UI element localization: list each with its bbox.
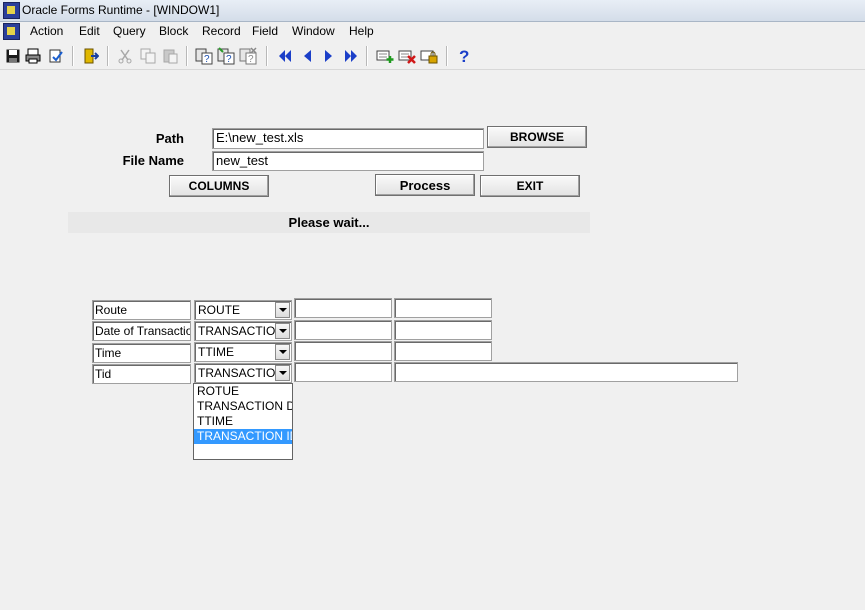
menu-action[interactable]: Action: [30, 24, 63, 38]
insert-record-icon[interactable]: [376, 47, 394, 65]
first-record-icon[interactable]: [276, 47, 294, 65]
extra-field-a[interactable]: [294, 298, 392, 318]
title-bar: Oracle Forms Runtime - [WINDOW1]: [0, 0, 865, 22]
extra-field-b[interactable]: [394, 362, 738, 382]
paste-icon: [161, 47, 179, 65]
window-title: Oracle Forms Runtime - [WINDOW1]: [22, 3, 220, 17]
last-record-icon[interactable]: [342, 47, 360, 65]
process-button[interactable]: Process: [375, 174, 475, 196]
extra-field-b[interactable]: [394, 341, 492, 361]
exit-button[interactable]: EXIT: [480, 175, 580, 197]
svg-text:?: ?: [204, 54, 210, 65]
columns-button[interactable]: COLUMNS: [169, 175, 269, 197]
extra-field-b[interactable]: [394, 320, 492, 340]
save-icon[interactable]: [4, 47, 22, 65]
svg-text:?: ?: [226, 54, 232, 65]
chevron-down-icon[interactable]: [275, 365, 290, 381]
copy-icon: [139, 47, 157, 65]
dropdown-option[interactable]: TTIME: [194, 414, 292, 429]
column-name-field[interactable]: Route: [92, 300, 191, 320]
combo-value: TRANSACTION: [198, 366, 276, 380]
menu-bar: Action Edit Query Block Record Field Win…: [0, 22, 865, 42]
path-label: Path: [155, 131, 184, 146]
menu-edit[interactable]: Edit: [79, 24, 100, 38]
path-field[interactable]: E:\new_test.xls: [212, 128, 484, 149]
system-menu-icon[interactable]: [3, 23, 20, 40]
filename-label: File Name: [122, 153, 184, 168]
svg-text:?: ?: [248, 54, 254, 65]
status-message: Please wait...: [68, 212, 590, 233]
help-icon[interactable]: ?: [455, 47, 473, 65]
delete-record-icon[interactable]: [398, 47, 416, 65]
exit-icon[interactable]: [82, 47, 100, 65]
chevron-down-icon[interactable]: [275, 323, 290, 339]
dropdown-option-selected[interactable]: TRANSACTION ID: [194, 429, 292, 444]
combo-value: ROUTE: [198, 303, 240, 317]
next-record-icon[interactable]: [320, 47, 338, 65]
extra-field-b[interactable]: [394, 298, 492, 318]
menu-block[interactable]: Block: [159, 24, 188, 38]
filename-field[interactable]: new_test: [212, 151, 484, 171]
browse-button[interactable]: BROWSE: [487, 126, 587, 148]
extra-field-a[interactable]: [294, 362, 392, 382]
column-name-field[interactable]: Date of Transactio: [92, 321, 191, 341]
chevron-down-icon[interactable]: [275, 344, 290, 360]
print-icon[interactable]: [24, 47, 42, 65]
dropdown-option[interactable]: TRANSACTION DA: [194, 399, 292, 414]
menu-help[interactable]: Help: [349, 24, 374, 38]
extra-field-a[interactable]: [294, 320, 392, 340]
column-name-field[interactable]: Tid: [92, 364, 191, 384]
menu-record[interactable]: Record: [202, 24, 241, 38]
cut-icon: [116, 47, 134, 65]
menu-query[interactable]: Query: [113, 24, 146, 38]
enter-query-icon[interactable]: ?: [195, 47, 213, 65]
column-mapping-combo[interactable]: TRANSACTION: [194, 321, 292, 341]
combo-value: TTIME: [198, 345, 234, 359]
combo-dropdown-list: ROTUE TRANSACTION DA TTIME TRANSACTION I…: [193, 383, 293, 460]
dropdown-option[interactable]: ROTUE: [194, 384, 292, 399]
column-mapping-combo[interactable]: ROUTE: [194, 300, 292, 320]
oracle-forms-icon: [3, 2, 20, 19]
lock-record-icon[interactable]: [420, 47, 438, 65]
column-mapping-combo[interactable]: TRANSACTION: [194, 363, 292, 383]
combo-value: TRANSACTION: [198, 324, 276, 338]
toolbar: ? ? ? ?: [0, 43, 865, 70]
execute-query-icon[interactable]: ?: [217, 47, 235, 65]
extra-field-a[interactable]: [294, 341, 392, 361]
cancel-query-icon[interactable]: ?: [239, 47, 257, 65]
menu-field[interactable]: Field: [252, 24, 278, 38]
chevron-down-icon[interactable]: [275, 302, 290, 318]
svg-text:?: ?: [459, 47, 469, 65]
previous-record-icon[interactable]: [298, 47, 316, 65]
print-setup-icon[interactable]: [47, 47, 65, 65]
column-name-field[interactable]: Time: [92, 343, 191, 363]
column-mapping-combo[interactable]: TTIME: [194, 342, 292, 362]
menu-window[interactable]: Window: [292, 24, 335, 38]
